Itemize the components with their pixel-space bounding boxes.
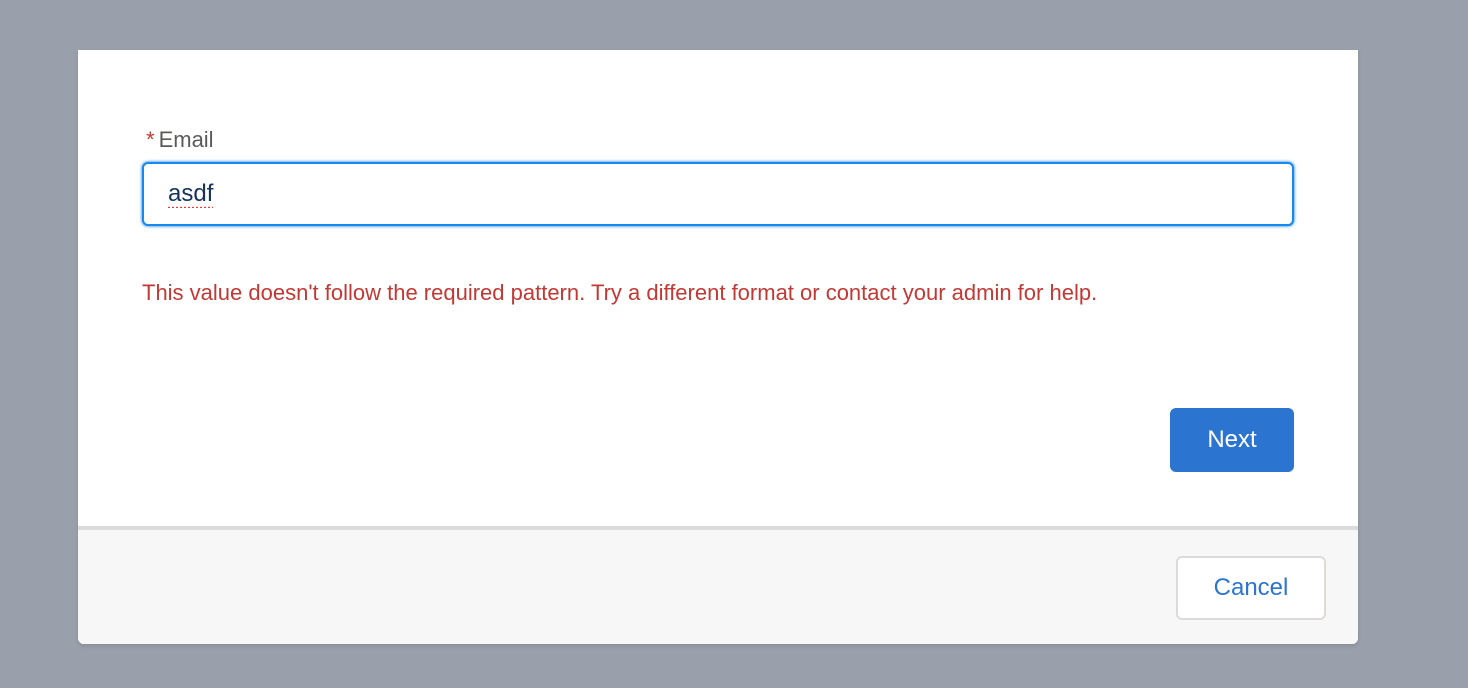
required-indicator: * [146, 127, 155, 152]
modal-body: *Email This value doesn't follow the req… [78, 50, 1358, 528]
next-button[interactable]: Next [1170, 408, 1294, 472]
cancel-button[interactable]: Cancel [1176, 556, 1326, 620]
email-field-label: * Email [146, 126, 214, 154]
modal-footer: Cancel [78, 530, 1358, 644]
modal-dialog: *Email This value doesn't follow the req… [78, 50, 1358, 644]
email-input[interactable] [142, 162, 1294, 226]
validation-error-message: This value doesn't follow the required p… [142, 280, 1098, 305]
email-label-text: Email [158, 127, 214, 152]
